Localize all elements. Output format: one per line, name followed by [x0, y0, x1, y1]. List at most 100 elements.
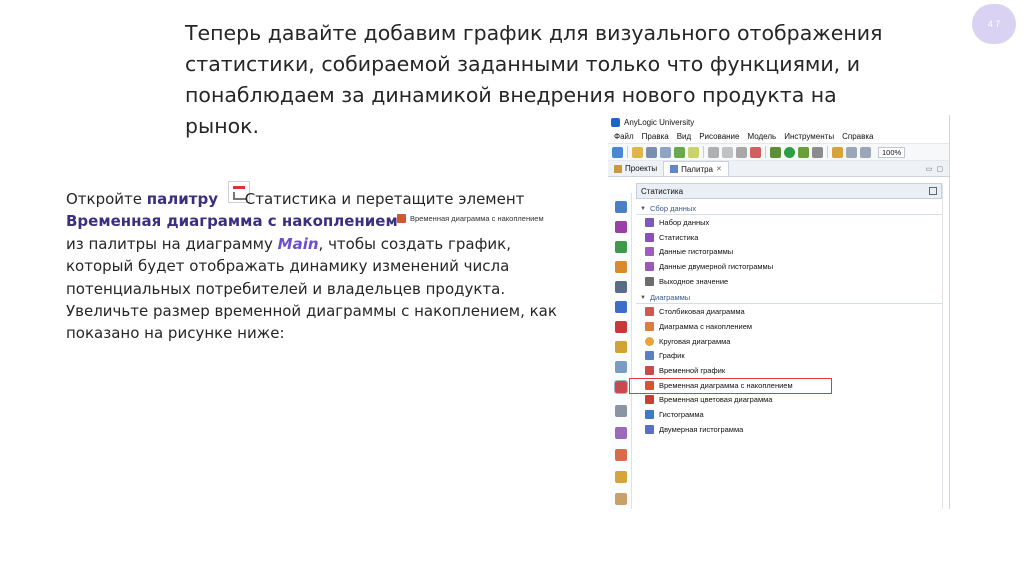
pie-chart-icon [645, 336, 654, 346]
connectivity-icon[interactable] [615, 427, 627, 439]
palette-item-histogram2d-data[interactable]: Данные двумерной гистограммы [636, 259, 942, 274]
save-icon[interactable] [646, 146, 657, 158]
palette-header: Статистика [636, 183, 942, 199]
anylogic-logo-icon [611, 117, 620, 127]
pedestrian-icon[interactable] [615, 361, 627, 373]
save-all-icon[interactable] [660, 146, 671, 158]
stack-chart-icon [645, 321, 654, 331]
instruction-part: Откройте [66, 190, 147, 208]
item-label: График [659, 351, 685, 361]
time-plot-icon [645, 366, 654, 376]
controls-icon[interactable] [615, 341, 627, 353]
paste-icon[interactable] [736, 146, 747, 158]
section-data-collection: ▼ Сбор данных Набор данных Статистика Да… [636, 203, 942, 288]
item-label: Круговая диаграмма [659, 336, 731, 346]
palette-item-statistics[interactable]: Статистика [636, 230, 942, 245]
3d-objects-icon[interactable] [615, 471, 627, 483]
projects-icon [614, 164, 622, 173]
menu-edit[interactable]: Правка [642, 132, 669, 141]
palette-item-histogram2d[interactable]: Двумерная гистограмма [636, 422, 942, 437]
debug-icon[interactable] [798, 146, 809, 158]
section-header[interactable]: ▼ Сбор данных [636, 203, 942, 215]
output-value-icon [645, 276, 654, 286]
zoom-in-icon[interactable] [846, 146, 857, 158]
rail-icon[interactable] [615, 281, 627, 293]
pen-icon[interactable] [832, 146, 843, 158]
item-label: Диаграмма с накоплением [659, 321, 753, 331]
menu-tools[interactable]: Инструменты [784, 132, 834, 141]
palette-item-output-value[interactable]: Выходное значение [636, 274, 942, 289]
palette-item-histogram[interactable]: Гистограмма [636, 407, 942, 422]
palette-term: палитру [146, 190, 218, 208]
palette-item-bar-chart[interactable]: Столбиковая диаграмма [636, 304, 942, 319]
palette-item-time-plot[interactable]: Временной график [636, 363, 942, 378]
close-icon[interactable]: ✕ [716, 165, 722, 173]
menu-file[interactable]: Файл [614, 132, 634, 141]
time-stack-chart-icon [645, 380, 654, 390]
window-title: AnyLogic University [624, 117, 695, 127]
actionchart-icon[interactable] [615, 493, 627, 505]
window-titlebar: AnyLogic University [608, 115, 949, 129]
fluid-icon[interactable] [615, 301, 627, 313]
open-icon[interactable] [632, 146, 643, 158]
build-model-icon[interactable] [770, 146, 781, 158]
anylogic-window: AnyLogic University Файл Правка Вид Рисо… [608, 115, 950, 509]
chevron-down-icon: ▼ [640, 294, 646, 301]
presentation-icon[interactable] [615, 405, 627, 417]
menu-help[interactable]: Справка [842, 132, 873, 141]
build-icon[interactable] [674, 146, 685, 158]
menu-model[interactable]: Модель [747, 132, 776, 141]
copy-icon[interactable] [722, 146, 733, 158]
section-header[interactable]: ▼ Диаграммы [636, 292, 942, 305]
item-label: Выходное значение [659, 276, 729, 286]
palette-item-time-color-chart[interactable]: Временная цветовая диаграмма [636, 393, 942, 408]
delete-icon[interactable] [750, 146, 761, 158]
zoom-out-icon[interactable] [860, 146, 871, 158]
item-label: Временная диаграмма с накоплением [659, 380, 793, 390]
menu-draw[interactable]: Рисование [699, 132, 739, 141]
palette-item-plot[interactable]: График [636, 349, 942, 364]
agent-icon[interactable] [615, 241, 627, 253]
palette-item-time-stack-chart[interactable]: Временная диаграмма с накоплением [629, 377, 942, 394]
statistics-icon [645, 232, 654, 242]
maximize-icon[interactable]: ▢ [936, 165, 943, 173]
item-label: Временная цветовая диаграмма [659, 395, 773, 405]
palette-scrollbar[interactable] [942, 183, 948, 509]
page-number-badge: 4 7 [972, 4, 1016, 44]
palette-item-stack-chart[interactable]: Диаграмма с накоплением [636, 319, 942, 334]
tab-projects[interactable]: Проекты [608, 161, 663, 176]
process-icon[interactable] [615, 201, 627, 213]
tab-label: Палитра [681, 164, 714, 174]
zoom-level[interactable]: 100% [878, 146, 906, 158]
new-icon[interactable] [612, 146, 623, 158]
grid-icon[interactable] [929, 187, 937, 195]
main-term: Main [277, 234, 319, 253]
item-label: Столбиковая диаграмма [659, 307, 745, 317]
palette-item-pie-chart[interactable]: Круговая диаграмма [636, 334, 942, 349]
bar-chart-icon [645, 307, 654, 317]
stop-icon[interactable] [812, 146, 823, 158]
item-label: Набор данных [659, 217, 710, 227]
run-icon[interactable] [784, 146, 795, 158]
palette-item-dataset[interactable]: Набор данных [636, 215, 942, 230]
histogram-icon [645, 410, 654, 420]
dataset-icon [645, 217, 654, 227]
toolbar: 100% [608, 143, 949, 161]
analysis-icon[interactable] [614, 380, 628, 394]
pictures-icon[interactable] [615, 449, 627, 461]
tab-palette[interactable]: Палитра ✕ [663, 161, 729, 176]
instruction-part: Статистика и перетащите элемент [240, 190, 525, 208]
palette-item-histogram-data[interactable]: Данные гистограммы [636, 244, 942, 259]
palette-title: Статистика [641, 186, 684, 196]
cut-icon[interactable] [708, 146, 719, 158]
minimize-icon[interactable]: ▭ [926, 165, 933, 173]
statistics-category-icon[interactable] [615, 221, 627, 233]
section-title: Диаграммы [649, 293, 691, 303]
system-dynamics-icon[interactable] [615, 321, 627, 333]
menu-view[interactable]: Вид [677, 132, 691, 141]
item-label: Данные двумерной гистограммы [659, 261, 774, 271]
section-title: Сбор данных [649, 204, 697, 213]
check-icon[interactable] [688, 146, 699, 158]
palette-category-strip [610, 193, 632, 509]
road-traffic-icon[interactable] [615, 261, 627, 273]
